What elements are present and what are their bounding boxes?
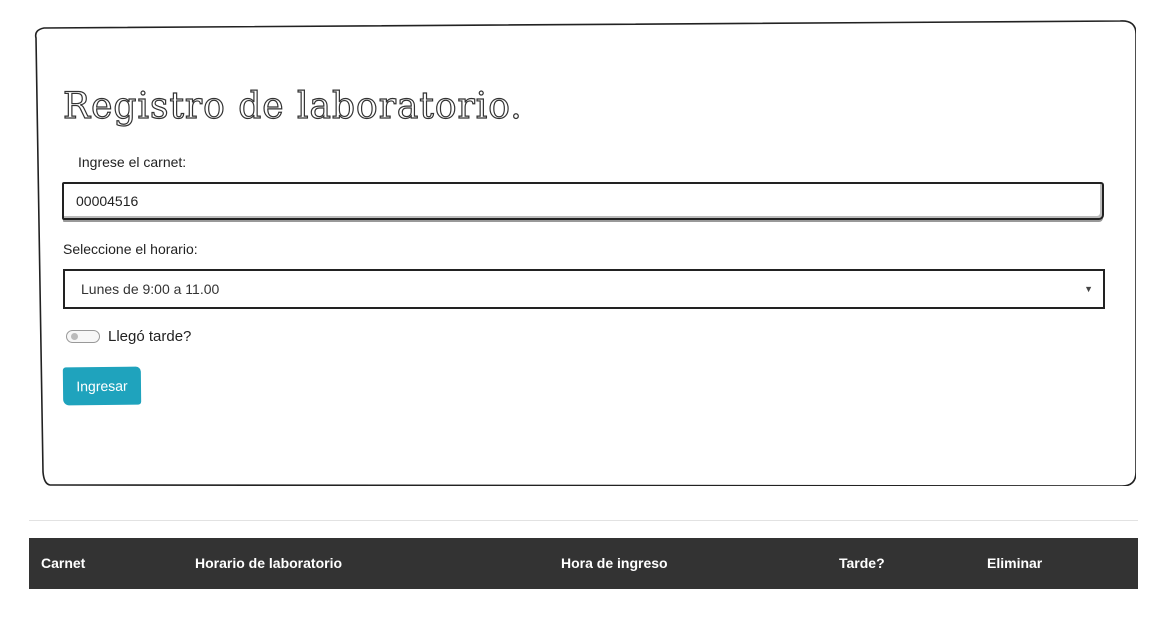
late-toggle-row[interactable]: Llegó tarde?: [66, 328, 191, 345]
horario-selected-value: Lunes de 9:00 a 11.00: [81, 281, 220, 297]
horario-select[interactable]: Lunes de 9:00 a 11.00 ▼: [63, 269, 1105, 309]
dropdown-arrow-icon: ▼: [1084, 284, 1093, 294]
horario-label: Seleccione el horario:: [63, 241, 198, 257]
divider: [29, 520, 1138, 521]
carnet-label: Ingrese el carnet:: [78, 154, 187, 170]
column-carnet: Carnet: [41, 555, 86, 571]
column-horario: Horario de laboratorio: [195, 555, 343, 571]
carnet-input[interactable]: 00004516: [62, 182, 1104, 220]
page-title: Registro de laboratorio.: [62, 85, 523, 127]
toggle-knob: [71, 333, 78, 340]
column-hora-ingreso: Hora de ingreso: [561, 555, 668, 571]
column-tarde: Tarde?: [839, 555, 885, 571]
ingresar-button[interactable]: Ingresar: [62, 366, 142, 406]
column-eliminar: Eliminar: [987, 555, 1043, 571]
registration-card: Registro de laboratorio. Ingrese el carn…: [30, 20, 1136, 486]
late-toggle[interactable]: [66, 330, 100, 343]
late-toggle-label: Llegó tarde?: [108, 328, 192, 345]
table-header: Carnet Horario de laboratorio Hora de in…: [29, 538, 1138, 589]
